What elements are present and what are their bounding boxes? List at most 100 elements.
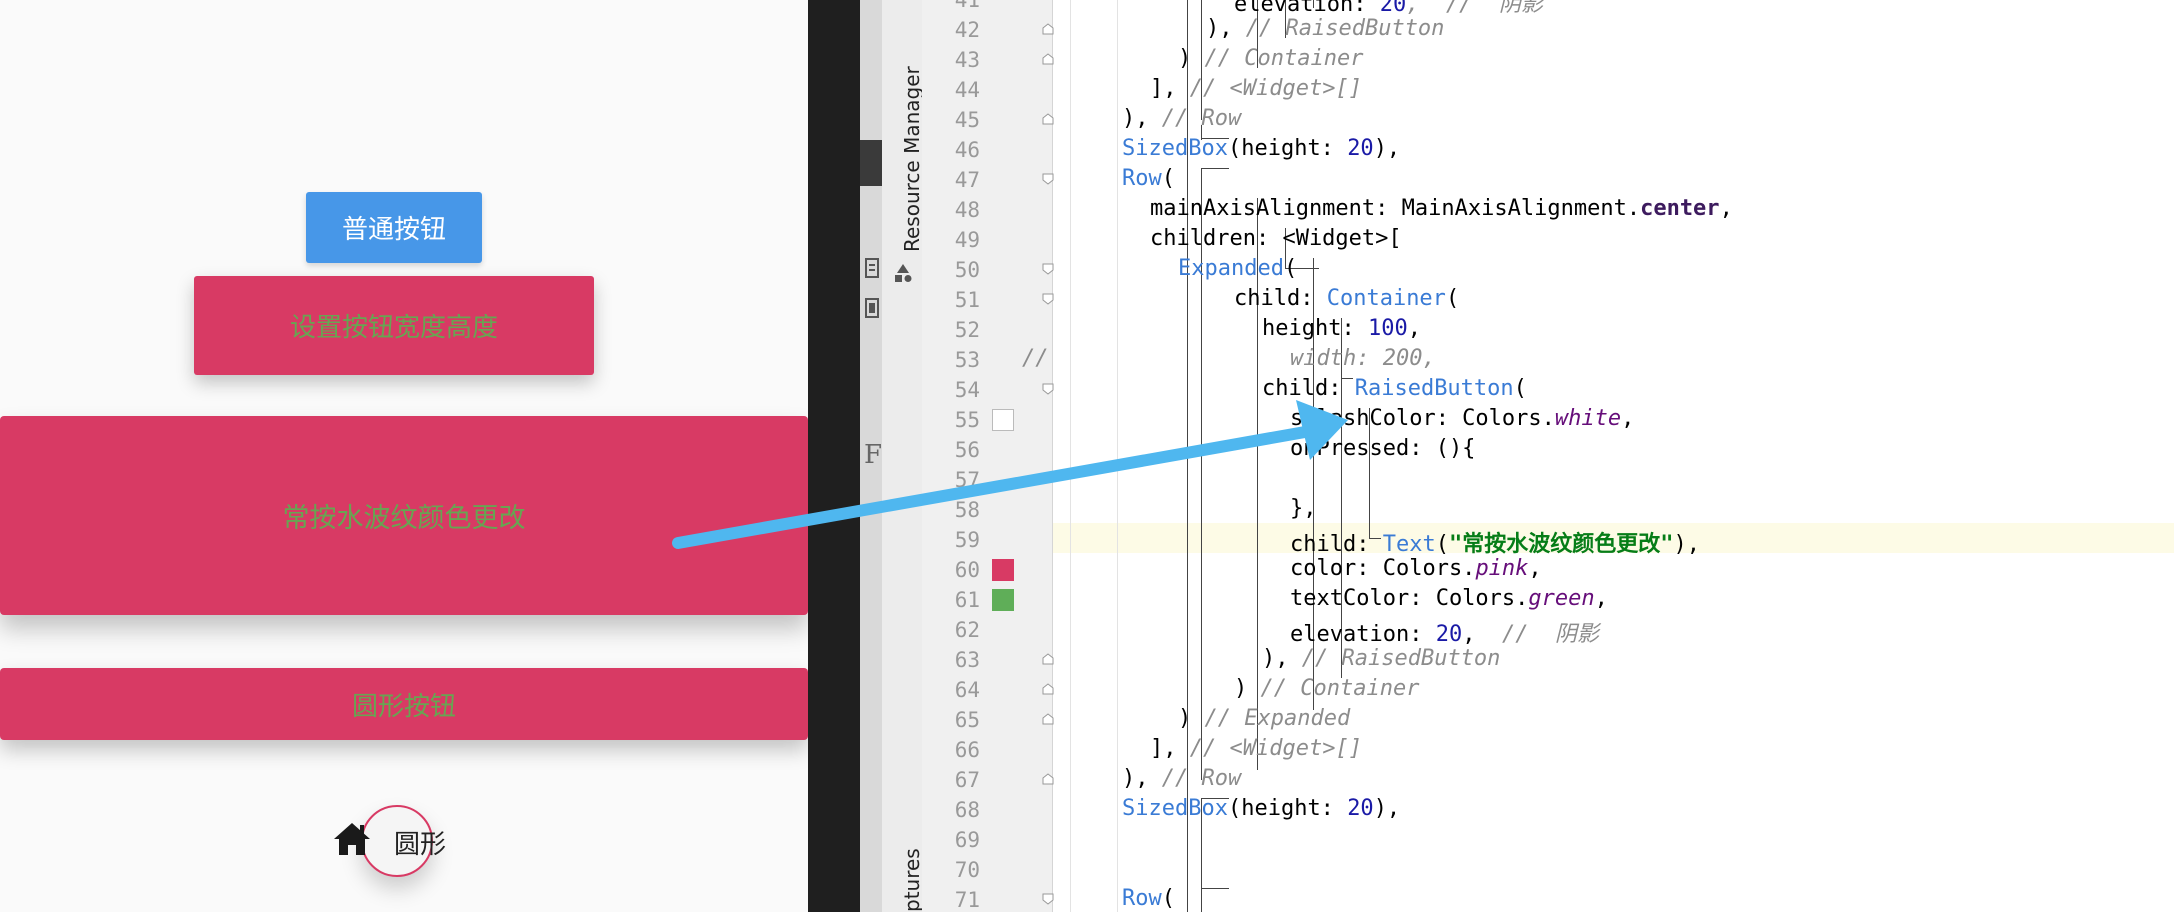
line-number: 68 — [954, 798, 980, 822]
line-number: 52 — [954, 318, 980, 342]
indent-guide — [1070, 0, 1071, 912]
captures-label: ptures — [900, 848, 924, 912]
code-line-71: Row( — [1122, 886, 1175, 911]
resource-manager-tab[interactable]: Resource Manager — [880, 52, 924, 252]
fold-marker-icon[interactable] — [1041, 22, 1055, 36]
line-number: 64 — [954, 678, 980, 702]
home-icon — [334, 823, 370, 855]
code-line-45: ), // Row — [1122, 106, 1242, 131]
code-editor[interactable]: 41 42 43 44 45 46 47 48 49 50 51 52 53 5… — [922, 0, 2174, 912]
layers-icon[interactable] — [864, 296, 880, 320]
code-line-43: ) // Container — [1178, 46, 1364, 71]
line-number: 54 — [954, 378, 980, 402]
code-line-51: child: Container( — [1234, 286, 1460, 311]
line-number: 61 — [954, 588, 980, 612]
line-number: 60 — [954, 558, 980, 582]
line-number: 67 — [954, 768, 980, 792]
code-line-63: ), // RaisedButton — [1262, 646, 1501, 671]
line-number: 46 — [954, 138, 980, 162]
code-line-56: onPressed: (){ — [1290, 436, 1476, 461]
code-line-59: child: Text("常按水波纹颜色更改"), — [1290, 532, 1700, 557]
code-line-58: }, — [1290, 496, 1317, 521]
line-number: 65 — [954, 708, 980, 732]
shapes-icon[interactable] — [892, 262, 914, 284]
circle-button[interactable]: 圆形 — [330, 800, 460, 880]
line-number: 47 — [954, 168, 980, 192]
line-number: 48 — [954, 198, 980, 222]
round-button[interactable]: 圆形按钮 — [0, 668, 808, 740]
line-number: 56 — [954, 438, 980, 462]
code-line-53: width: 200, — [1290, 346, 1436, 371]
line-number: 70 — [954, 858, 980, 882]
fold-marker-icon[interactable] — [1041, 172, 1055, 186]
emulator-border — [808, 0, 860, 912]
line-number: 58 — [954, 498, 980, 522]
fold-marker-icon[interactable] — [1041, 112, 1055, 126]
code-line-42: ), // RaisedButton — [1206, 16, 1445, 41]
code-line-64: ) // Container — [1234, 676, 1420, 701]
code-line-48: mainAxisAlignment: MainAxisAlignment.cen… — [1150, 196, 1733, 221]
line-number: 71 — [954, 888, 980, 912]
fold-marker-icon[interactable] — [1041, 712, 1055, 726]
color-swatch-white[interactable] — [992, 409, 1014, 431]
code-line-66: ], // <Widget>[] — [1150, 736, 1362, 761]
fold-marker-icon[interactable] — [1041, 892, 1055, 906]
normal-button-label: 普通按钮 — [341, 215, 446, 245]
line-number: 50 — [954, 258, 980, 282]
normal-button[interactable]: 普通按钮 — [306, 192, 482, 263]
code-line-50: Expanded( — [1178, 256, 1298, 281]
code-line-62: elevation: 20, // 阴影 — [1290, 622, 1599, 647]
editor-gutter[interactable]: 41 42 43 44 45 46 47 48 49 50 51 52 53 5… — [922, 0, 1053, 912]
line-number: 51 — [954, 288, 980, 312]
color-swatch-pink[interactable] — [992, 559, 1014, 581]
code-line-46: SizedBox(height: 20), — [1122, 136, 1401, 161]
code-line-44: ], // <Widget>[] — [1150, 76, 1362, 101]
code-line-68: SizedBox(height: 20), — [1122, 796, 1401, 821]
line-number: 49 — [954, 228, 980, 252]
f-glyph: F — [864, 440, 883, 470]
code-line-52: height: 100, — [1262, 316, 1421, 341]
fold-marker-icon[interactable] — [1041, 52, 1055, 66]
code-line-47: Row( — [1122, 166, 1175, 191]
fold-marker-icon[interactable] — [1041, 682, 1055, 696]
line-number: 63 — [954, 648, 980, 672]
line-number: 62 — [954, 618, 980, 642]
line-number: 55 — [954, 408, 980, 432]
code-line-49: children: <Widget>[ — [1150, 226, 1402, 251]
line-number: 44 — [954, 78, 980, 102]
structure-icon[interactable] — [864, 256, 880, 280]
fold-marker-icon[interactable] — [1041, 652, 1055, 666]
ripple-button[interactable]: 常按水波纹颜色更改 — [0, 416, 808, 615]
size-button[interactable]: 设置按钮宽度高度 — [194, 276, 594, 375]
code-line-53-comment: // — [1022, 346, 1049, 371]
resource-manager-label: Resource Manager — [900, 66, 924, 252]
phone-preview: 普通按钮 设置按钮宽度高度 常按水波纹颜色更改 圆形按钮 圆形 — [0, 0, 808, 912]
code-line-65: ) // Expanded — [1178, 706, 1351, 731]
round-button-label: 圆形按钮 — [351, 691, 456, 722]
fold-marker-icon[interactable] — [1041, 292, 1055, 306]
line-number: 43 — [954, 48, 980, 72]
indent-guide — [1117, 0, 1118, 912]
code-line-55: splashColor: Colors.white, — [1290, 406, 1635, 431]
line-number: 59 — [954, 528, 980, 552]
color-swatch-green[interactable] — [992, 589, 1014, 611]
code-line-54: child: RaisedButton( — [1262, 376, 1527, 401]
fold-marker-icon[interactable] — [1041, 262, 1055, 276]
line-number: 66 — [954, 738, 980, 762]
line-number: 41 — [954, 0, 980, 12]
size-button-label: 设置按钮宽度高度 — [289, 313, 498, 343]
fold-marker-icon[interactable] — [1041, 382, 1055, 396]
code-line-60: color: Colors.pink, — [1290, 556, 1542, 581]
line-number: 42 — [954, 18, 980, 42]
tool-window-tab[interactable] — [860, 140, 882, 186]
indent-guide — [1201, 168, 1229, 169]
code-line-67: ), // Row — [1122, 766, 1242, 791]
line-number: 57 — [954, 468, 980, 492]
line-number: 69 — [954, 828, 980, 852]
circle-button-label: 圆形 — [394, 830, 447, 860]
indent-guide — [1201, 888, 1229, 889]
fold-marker-icon[interactable] — [1041, 772, 1055, 786]
line-number: 45 — [954, 108, 980, 132]
line-number: 53 — [954, 348, 980, 372]
code-line-61: textColor: Colors.green, — [1290, 586, 1608, 611]
